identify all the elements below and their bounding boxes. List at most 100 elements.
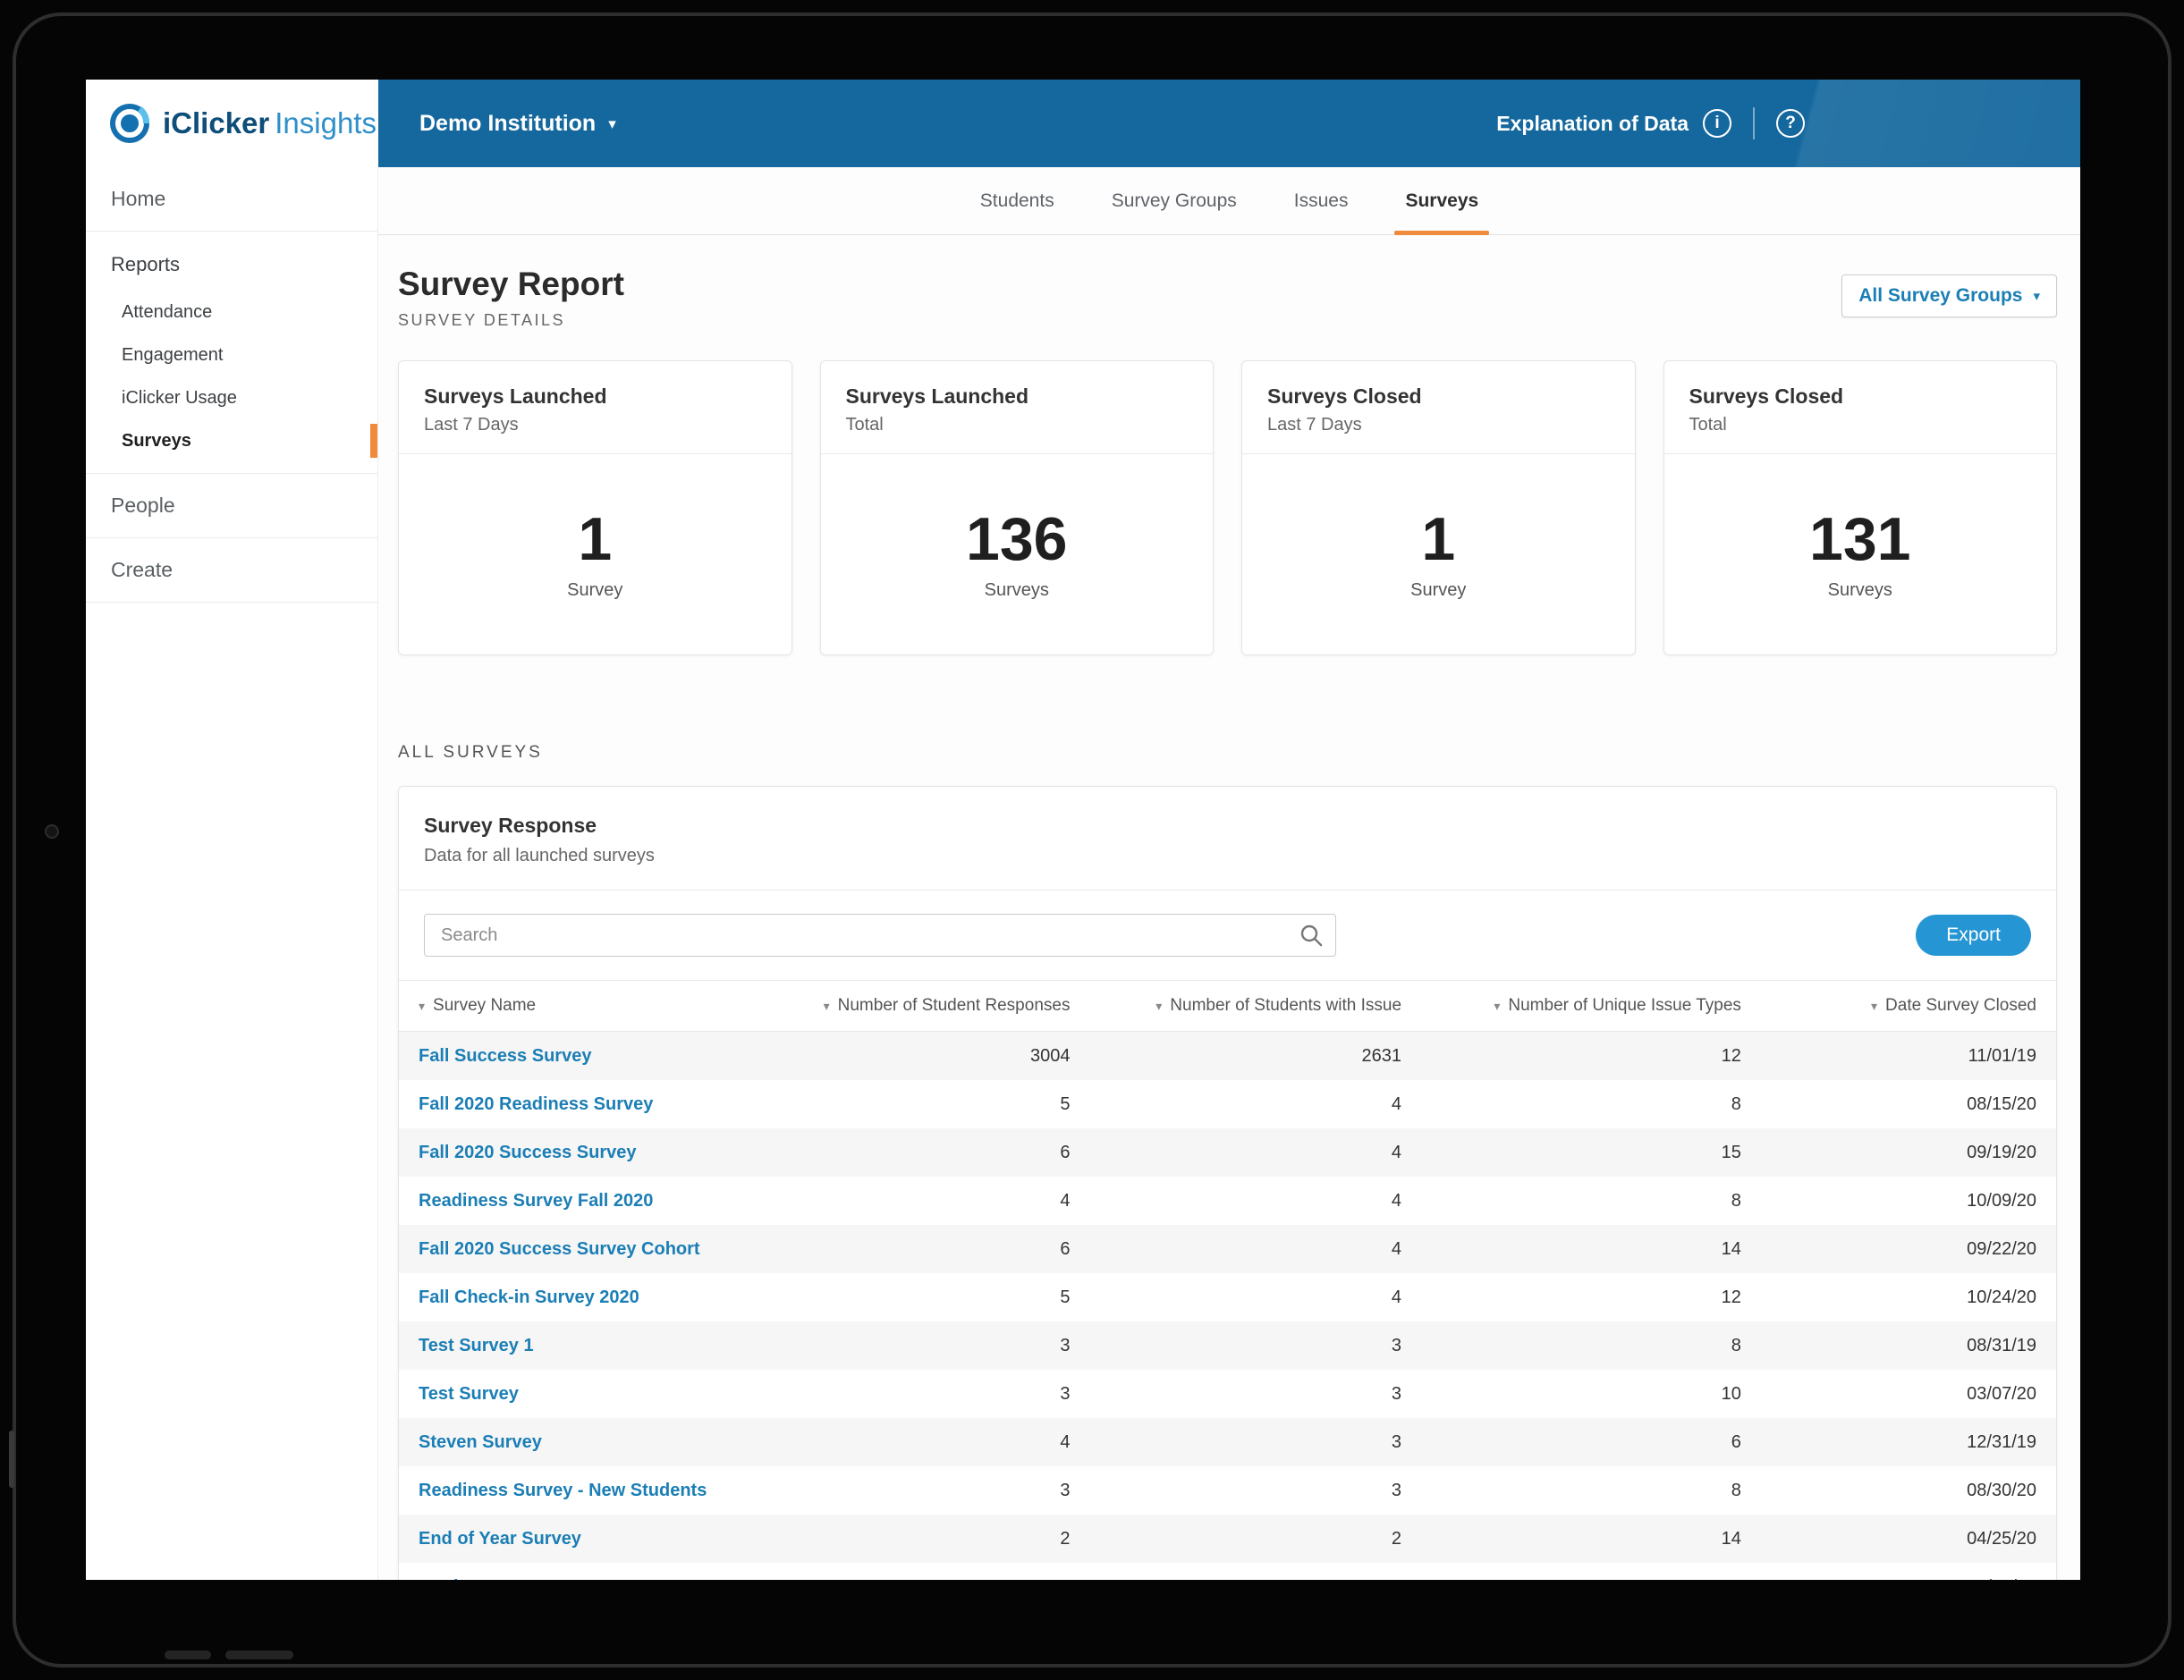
table-row: Fall 2020 Success Survey Cohort 6 4 14 09/22…: [399, 1225, 2056, 1273]
sort-caret-icon[interactable]: ▾: [1494, 999, 1500, 1013]
students-with-issue-cell: 2631: [1361, 1045, 1402, 1066]
table-row: Steven Survey 4 3 6 12/31/19: [399, 1418, 2056, 1466]
responses-cell: 4: [1060, 1190, 1071, 1211]
sort-caret-icon[interactable]: ▾: [824, 999, 830, 1013]
survey-name-link[interactable]: Fall 2020 Success Survey Cohort: [419, 1237, 700, 1261]
tab-students[interactable]: Students: [980, 167, 1054, 234]
sidebar-item-surveys[interactable]: Surveys: [86, 419, 377, 462]
survey-name-link[interactable]: Readiness Survey Fall 2020: [419, 1189, 653, 1212]
survey-name-link[interactable]: Readiness Survey - New Students: [419, 1479, 707, 1502]
tab-survey-groups[interactable]: Survey Groups: [1112, 167, 1237, 234]
responses-cell: 5: [1060, 1287, 1071, 1307]
tab-issues[interactable]: Issues: [1294, 167, 1349, 234]
stat-cards-row: Surveys Launched Last 7 Days 1 Survey Su…: [398, 360, 2057, 655]
content-area: Survey Report SURVEY DETAILS All Survey …: [378, 235, 2080, 1580]
column-label: Date Survey Closed: [1885, 996, 2036, 1015]
logo-block[interactable]: iClicker Insights: [86, 80, 378, 167]
column-header-students-with-issue[interactable]: ▾ Number of Students with Issue: [1070, 980, 1402, 1032]
search-icon[interactable]: [1299, 923, 1324, 948]
survey-name-cell: Fall 2020 Readiness Survey: [399, 1080, 780, 1128]
active-indicator: [370, 424, 377, 458]
responses-cell: 3: [1060, 1480, 1071, 1500]
unique-issue-types-cell: 14: [1721, 1238, 1741, 1259]
survey-table-body: Fall Success Survey 3004 2631 12 11/01/19 Fal…: [399, 1031, 2056, 1581]
survey-name-link[interactable]: Test Survey: [419, 1382, 519, 1406]
survey-name-link[interactable]: Fall 2020 Readiness Survey: [419, 1093, 653, 1116]
sort-caret-icon[interactable]: ▾: [1155, 999, 1162, 1013]
page-title: Survey Report: [398, 266, 624, 302]
help-icon[interactable]: ?: [1776, 109, 1805, 138]
tab-surveys[interactable]: Surveys: [1394, 167, 1489, 235]
survey-name-cell: Fall 2020 Success Survey: [399, 1128, 780, 1177]
column-header-unique-issue-types[interactable]: ▾ Number of Unique Issue Types: [1401, 980, 1741, 1032]
survey-response-subtitle: Data for all launched surveys: [424, 846, 655, 865]
responses-cell: 6: [1060, 1142, 1071, 1162]
survey-name-link[interactable]: Student Support Survey: [419, 1575, 623, 1580]
brand-secondary-text: Insights: [275, 106, 377, 139]
date-closed-cell: 08/31/19: [1967, 1335, 2036, 1355]
students-with-issue-cell: 3: [1391, 1431, 1402, 1452]
unique-issue-types-cell: 6: [1731, 1431, 1741, 1452]
sort-caret-icon[interactable]: ▾: [419, 999, 425, 1013]
survey-name-link[interactable]: End of Year Survey: [419, 1527, 581, 1550]
column-header-student-responses[interactable]: ▾ Number of Student Responses: [780, 980, 1071, 1032]
survey-response-title: Survey Response: [424, 814, 597, 837]
column-header-date-closed[interactable]: ▾ Date Survey Closed: [1740, 980, 2056, 1032]
responses-cell: 2: [780, 1563, 1070, 1581]
survey-name-link[interactable]: Fall Check-in Survey 2020: [419, 1286, 639, 1309]
stat-value: 136: [966, 504, 1068, 573]
tablet-port-mark: [225, 1650, 293, 1659]
survey-table: ▾ Survey Name ▾ Number of Student Response…: [399, 980, 2056, 1580]
sidebar-item-label: Home: [111, 187, 166, 210]
sidebar-item-attendance[interactable]: Attendance: [86, 291, 377, 333]
export-button[interactable]: Export: [1916, 915, 2031, 956]
responses-cell: 3: [1060, 1383, 1071, 1404]
survey-name-link[interactable]: Fall 2020 Success Survey: [419, 1141, 637, 1164]
sort-caret-icon[interactable]: ▾: [1871, 999, 1877, 1013]
unique-issue-types-cell: 10: [1721, 1383, 1741, 1404]
column-header-survey-name[interactable]: ▾ Survey Name: [399, 980, 781, 1032]
stat-subtitle: Last 7 Days: [424, 415, 519, 435]
survey-name-cell: Readiness Survey - New Students: [399, 1466, 780, 1515]
sidebar-item-label: People: [111, 494, 175, 517]
sidebar-item-iclicker-usage[interactable]: iClicker Usage: [86, 376, 377, 419]
stat-card-launched-total: Surveys Launched Total 136 Surveys: [819, 360, 1214, 655]
students-with-issue-cell: 4: [1391, 1190, 1402, 1211]
survey-groups-filter-button[interactable]: All Survey Groups ▾: [1841, 274, 2057, 317]
explanation-of-data-link[interactable]: Explanation of Data i: [1496, 109, 1731, 138]
table-row: End of Year Survey 2 2 14 04/25/20: [399, 1515, 2056, 1563]
sidebar-item-people[interactable]: People: [86, 474, 377, 538]
survey-name-cell: Fall Check-in Survey 2020: [399, 1273, 780, 1321]
report-header: Survey Report SURVEY DETAILS All Survey …: [398, 266, 2057, 330]
stat-value: 1: [578, 504, 613, 573]
survey-name-link[interactable]: Steven Survey: [419, 1431, 542, 1454]
stat-subtitle: Last 7 Days: [1267, 415, 1362, 435]
sidebar-item-home[interactable]: Home: [86, 167, 377, 232]
students-with-issue-cell: 4: [1391, 1093, 1402, 1114]
stat-unit: Survey: [1410, 579, 1467, 600]
table-row: Readiness Survey Fall 2020 4 4 8 10/09/20: [399, 1177, 2056, 1225]
survey-name-cell: Student Support Survey: [399, 1563, 780, 1580]
chevron-down-icon: ▾: [608, 114, 616, 132]
responses-cell: 3: [1060, 1335, 1071, 1355]
sidebar-item-engagement[interactable]: Engagement: [86, 333, 377, 376]
date-closed-cell: 09/19/20: [1967, 1142, 2036, 1162]
column-label: Survey Name: [433, 996, 537, 1015]
all-surveys-label: ALL SURVEYS: [398, 743, 543, 762]
unique-issue-types-cell: 8: [1731, 1480, 1741, 1500]
stat-subtitle: Total: [845, 415, 884, 435]
institution-selector[interactable]: Demo Institution ▾: [419, 111, 616, 137]
survey-name-cell: Steven Survey: [399, 1418, 780, 1466]
info-icon[interactable]: i: [1703, 109, 1731, 138]
search-input[interactable]: [424, 914, 1336, 957]
date-closed-cell: 08/30/20: [1967, 1480, 2036, 1500]
responses-cell: 2: [1060, 1528, 1071, 1549]
stat-value: 131: [1809, 504, 1911, 573]
sidebar-section-reports[interactable]: Reports: [86, 249, 377, 291]
date-closed-cell: 11/01/19: [1968, 1045, 2036, 1066]
brand-primary-text: iClicker: [163, 106, 270, 139]
sidebar-item-create[interactable]: Create: [86, 538, 377, 603]
survey-name-link[interactable]: Fall Success Survey: [419, 1044, 591, 1068]
date-closed-cell: 04/17/20: [1741, 1563, 2056, 1581]
survey-name-link[interactable]: Test Survey 1: [419, 1334, 534, 1357]
